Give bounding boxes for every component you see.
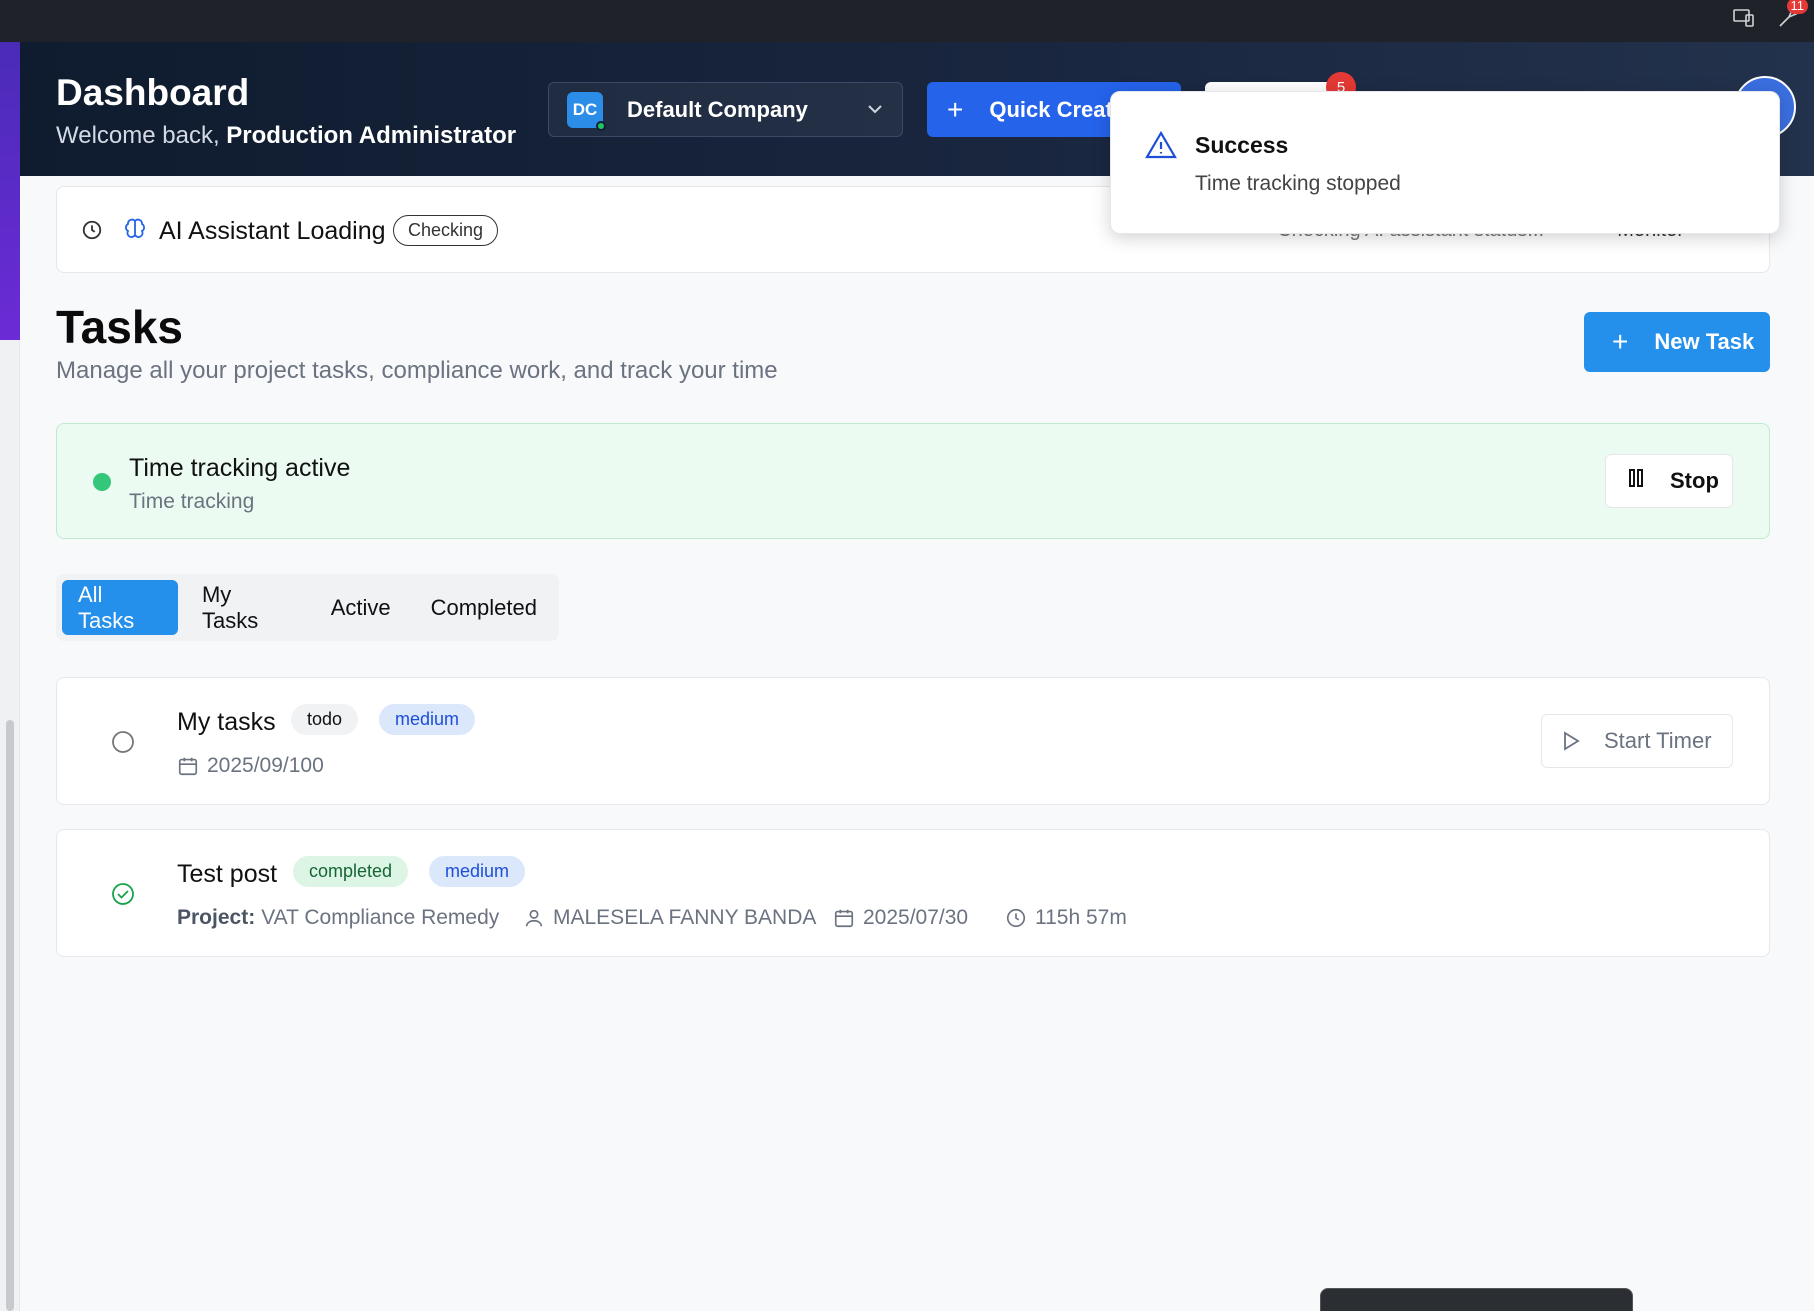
task-card[interactable]: Test post completed medium Project: VAT …	[56, 829, 1770, 957]
priority-badge: medium	[429, 856, 526, 887]
stop-label: Stop	[1670, 468, 1719, 493]
stop-button[interactable]: Stop	[1605, 454, 1733, 508]
welcome-prefix: Welcome back,	[56, 122, 220, 149]
company-name: Default Company	[627, 96, 808, 122]
toast-message: Time tracking stopped	[1195, 172, 1401, 195]
tab-active[interactable]: Active	[315, 580, 407, 635]
extension-icon[interactable]: 11	[1776, 0, 1808, 30]
calendar-icon	[834, 909, 854, 928]
start-timer-label: Start Timer	[1604, 728, 1712, 753]
circle-icon[interactable]	[111, 730, 135, 759]
tasks-subtitle: Manage all your project tasks, complianc…	[56, 357, 778, 384]
check-circle-icon[interactable]	[111, 882, 135, 911]
task-project: Project: VAT Compliance Remedy	[177, 906, 499, 930]
user-icon	[525, 909, 543, 927]
tracking-title: Time tracking active	[129, 454, 351, 482]
company-selector[interactable]: DC Default Company	[548, 82, 903, 137]
status-badge: completed	[293, 856, 409, 887]
clock-icon	[81, 219, 103, 246]
task-due-date: 2025/09/100	[207, 754, 324, 777]
scrollbar-thumb[interactable]	[6, 720, 14, 1311]
plus-icon: +	[947, 93, 964, 125]
pause-icon	[1628, 468, 1644, 494]
chevron-down-icon	[866, 99, 884, 120]
task-assignee: MALESELA FANNY BANDA	[523, 906, 816, 930]
company-avatar: DC	[567, 91, 606, 131]
task-name: My tasks	[177, 708, 276, 736]
priority-badge: medium	[379, 704, 476, 735]
task-date: 2025/07/30	[833, 906, 968, 930]
plus-icon: +	[1612, 326, 1629, 357]
task-filter-tabs: All Tasks My Tasks Active Completed	[56, 574, 559, 641]
task-name: Test post	[177, 860, 278, 888]
start-timer-button[interactable]: Start Timer	[1541, 714, 1733, 768]
active-indicator-dot	[93, 473, 111, 491]
project-name: VAT Compliance Remedy	[261, 906, 500, 929]
tab-my-tasks[interactable]: My Tasks	[186, 580, 307, 635]
project-label: Project:	[177, 906, 256, 929]
toast-title: Success	[1195, 132, 1289, 158]
calendar-icon	[178, 757, 198, 776]
tracking-subtitle: Time tracking	[129, 490, 255, 513]
sidebar-rail	[0, 42, 20, 340]
time-tracking-banner: Time tracking active Time tracking Stop	[56, 423, 1770, 539]
tab-completed[interactable]: Completed	[415, 580, 553, 635]
tab-all-tasks[interactable]: All Tasks	[62, 580, 178, 635]
floating-toolbar[interactable]	[1320, 1288, 1633, 1311]
task-due-date: 2025/07/30	[863, 906, 969, 929]
task-card[interactable]: My tasks todo medium 2025/09/100 Start T…	[56, 677, 1770, 805]
page-title: Dashboard	[56, 72, 250, 113]
brain-icon	[123, 217, 147, 246]
status-badge: todo	[291, 704, 359, 735]
tracked-duration: 115h 57m	[1035, 906, 1127, 929]
company-initials: DC	[572, 99, 598, 119]
clock-icon	[1006, 908, 1026, 928]
warning-icon	[1145, 130, 1177, 165]
new-task-label: New Task	[1654, 329, 1755, 354]
online-dot	[596, 120, 606, 131]
assignee-name: MALESELA FANNY BANDA	[553, 906, 817, 929]
scrollbar[interactable]	[0, 340, 20, 1311]
welcome-text: Welcome back, Production Administrator	[56, 122, 516, 150]
new-task-button[interactable]: + New Task	[1584, 312, 1770, 372]
success-toast: Success Time tracking stopped	[1110, 91, 1780, 234]
task-meta: 2025/09/100	[177, 754, 324, 778]
play-icon	[1564, 731, 1580, 751]
user-name: Production Administrator	[226, 122, 517, 149]
task-duration: 115h 57m	[1005, 906, 1127, 930]
devices-icon[interactable]	[1732, 6, 1756, 30]
status-badge: Checking	[393, 215, 499, 246]
tasks-heading: Tasks	[56, 301, 184, 353]
quick-create-label: Quick Create	[989, 96, 1126, 122]
os-taskbar: 11	[0, 0, 1814, 42]
os-notification-badge: 11	[1786, 0, 1808, 14]
ai-assistant-label: AI Assistant Loading	[159, 217, 386, 245]
